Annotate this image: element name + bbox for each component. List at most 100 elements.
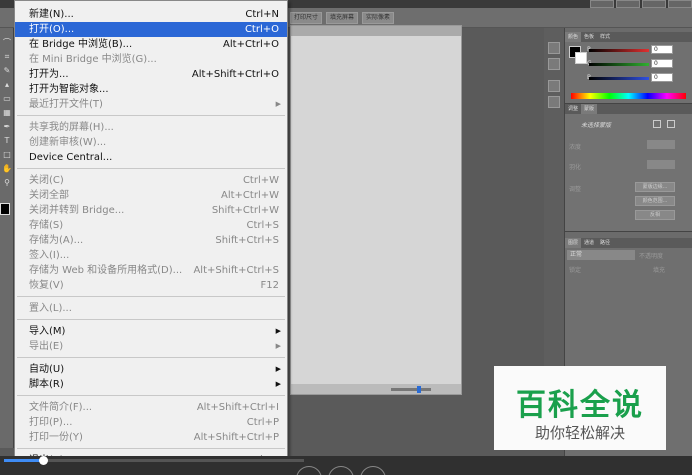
menu-item-label: 打开(O)... [29, 24, 75, 35]
menu-item: 存储为(A)... Shift+Ctrl+S [15, 233, 287, 248]
menu-item-shortcut: Ctrl+W [242, 175, 279, 186]
menu-item-shortcut: Ctrl+N [245, 9, 279, 20]
document-window [290, 25, 462, 395]
color-spectrum-bar[interactable] [571, 93, 686, 99]
invert-button[interactable]: 反相 [635, 210, 675, 220]
minimize-button[interactable] [616, 0, 640, 8]
panel-dock-icons [544, 28, 564, 368]
tab-swatches[interactable]: 色板 [581, 32, 598, 42]
menu-item: 恢复(V) F12 [15, 278, 287, 293]
menu-item: 签入(I)... [15, 248, 287, 263]
next-button[interactable] [360, 466, 386, 475]
b-slider[interactable] [589, 77, 649, 80]
menu-separator [17, 115, 285, 116]
document-title-bar[interactable] [291, 26, 461, 36]
submenu-arrow-icon: ▶ [275, 342, 281, 350]
menu-item[interactable]: 脚本(R) ▶ [15, 377, 287, 392]
menu-item-label: 恢复(V) [29, 280, 64, 291]
watermark-logo: 百科全说 助你轻松解决 [494, 366, 666, 450]
menu-item: 存储(S) Ctrl+S [15, 218, 287, 233]
mask-edge-button[interactable]: 蒙版边缘... [635, 182, 675, 192]
actions-panel-icon[interactable] [548, 58, 560, 70]
type-tool-icon[interactable]: T [2, 136, 12, 146]
crop-tool-icon[interactable]: ⌗ [2, 52, 12, 62]
prev-button[interactable] [296, 466, 322, 475]
eraser-tool-icon[interactable]: ▭ [2, 94, 12, 104]
history-panel-icon[interactable] [548, 42, 560, 54]
menu-item[interactable]: 自动(U) ▶ [15, 362, 287, 377]
tab-layers[interactable]: 图层 [565, 238, 582, 248]
menu-item-label: 签入(I)... [29, 250, 70, 261]
workspace-button[interactable] [590, 0, 614, 8]
document-status-bar [291, 384, 461, 394]
menu-item[interactable]: 打开(O)... Ctrl+O [15, 22, 287, 37]
menu-item[interactable]: Device Central... [15, 150, 287, 165]
vector-mask-icon[interactable] [667, 120, 675, 128]
mask-status: 未选择蒙版 [581, 122, 612, 129]
zoom-tool-icon[interactable]: ⚲ [2, 178, 12, 188]
close-button[interactable] [668, 0, 692, 8]
stamp-tool-icon[interactable]: ▴ [2, 80, 12, 90]
tab-styles[interactable]: 样式 [597, 32, 614, 42]
menu-item-label: 在 Mini Bridge 中浏览(G)... [29, 54, 157, 65]
menu-item-shortcut: Shift+Ctrl+W [211, 205, 279, 216]
b-value[interactable]: 0 [651, 73, 673, 82]
blend-mode-select[interactable]: 正常 [567, 250, 635, 260]
progress-bar[interactable] [4, 456, 304, 465]
menu-item[interactable]: 打开为智能对象... [15, 82, 287, 97]
hand-tool-icon[interactable]: ✋ [2, 164, 12, 174]
r-slider[interactable] [589, 49, 649, 52]
menu-item-label: 导出(E) [29, 341, 64, 352]
menu-item-label: 最近打开文件(T) [29, 99, 103, 110]
zoom-slider-handle[interactable] [417, 386, 421, 393]
maximize-button[interactable] [642, 0, 666, 8]
tab-masks[interactable]: 蒙版 [581, 104, 598, 114]
menu-item-label: 存储为(A)... [29, 235, 84, 246]
actual-pixels-button[interactable]: 实际像素 [362, 12, 395, 24]
foreground-color-swatch[interactable] [0, 203, 10, 215]
color-range-button[interactable]: 颜色范围... [635, 196, 675, 206]
g-value[interactable]: 0 [651, 59, 673, 68]
zoom-slider[interactable] [391, 388, 431, 391]
menu-separator [17, 357, 285, 358]
menu-item[interactable]: 新建(N)... Ctrl+N [15, 7, 287, 22]
background-color-chip[interactable] [575, 52, 587, 64]
print-size-button[interactable]: 打印尺寸 [290, 12, 323, 24]
character-panel-icon[interactable] [548, 80, 560, 92]
tab-adjustments[interactable]: 调整 [565, 104, 582, 114]
menu-item-label: 打印(P)... [29, 417, 73, 428]
fit-screen-button[interactable]: 填充屏幕 [326, 12, 359, 24]
brush-tool-icon[interactable]: ✎ [2, 66, 12, 76]
submenu-arrow-icon: ▶ [275, 365, 281, 373]
r-value[interactable]: 0 [651, 45, 673, 54]
menu-item-shortcut: Ctrl+O [244, 24, 279, 35]
menu-item-shortcut: Alt+Shift+Ctrl+O [191, 69, 279, 80]
menu-item: 导出(E) ▶ [15, 339, 287, 354]
tab-channels[interactable]: 通道 [581, 238, 598, 248]
menu-item-shortcut: Alt+Ctrl+O [223, 39, 279, 50]
density-field[interactable] [647, 140, 675, 149]
progress-handle[interactable] [39, 456, 48, 465]
menu-item[interactable]: 导入(M) ▶ [15, 324, 287, 339]
menu-item: 存储为 Web 和设备所用格式(D)... Alt+Shift+Ctrl+S [15, 263, 287, 278]
menu-item-label: 打印一份(Y) [29, 432, 83, 443]
shape-tool-icon[interactable]: □ [2, 150, 12, 160]
paragraph-panel-icon[interactable] [548, 96, 560, 108]
tab-color[interactable]: 颜色 [565, 32, 582, 42]
pixel-mask-icon[interactable] [653, 120, 661, 128]
lasso-tool-icon[interactable]: ⌒ [2, 38, 12, 48]
feather-field[interactable] [647, 160, 675, 169]
menu-item-label: 脚本(R) [29, 379, 64, 390]
g-slider[interactable] [589, 63, 649, 66]
menu-item[interactable]: 打开为... Alt+Shift+Ctrl+O [15, 67, 287, 82]
menu-item: 创建新审核(W)... [15, 135, 287, 150]
play-button[interactable] [328, 466, 354, 475]
menu-item[interactable]: 在 Bridge 中浏览(B)... Alt+Ctrl+O [15, 37, 287, 52]
menu-item-label: 创建新审核(W)... [29, 137, 107, 148]
masks-panel: 调整 蒙版 未选择蒙版 浓度 羽化 调整 蒙版边缘... 颜色范围... 反相 [565, 104, 692, 232]
menu-separator [17, 168, 285, 169]
pen-tool-icon[interactable]: ✒ [2, 122, 12, 132]
gradient-tool-icon[interactable]: ▦ [2, 108, 12, 118]
tab-paths[interactable]: 路径 [597, 238, 614, 248]
video-controls [0, 456, 692, 475]
